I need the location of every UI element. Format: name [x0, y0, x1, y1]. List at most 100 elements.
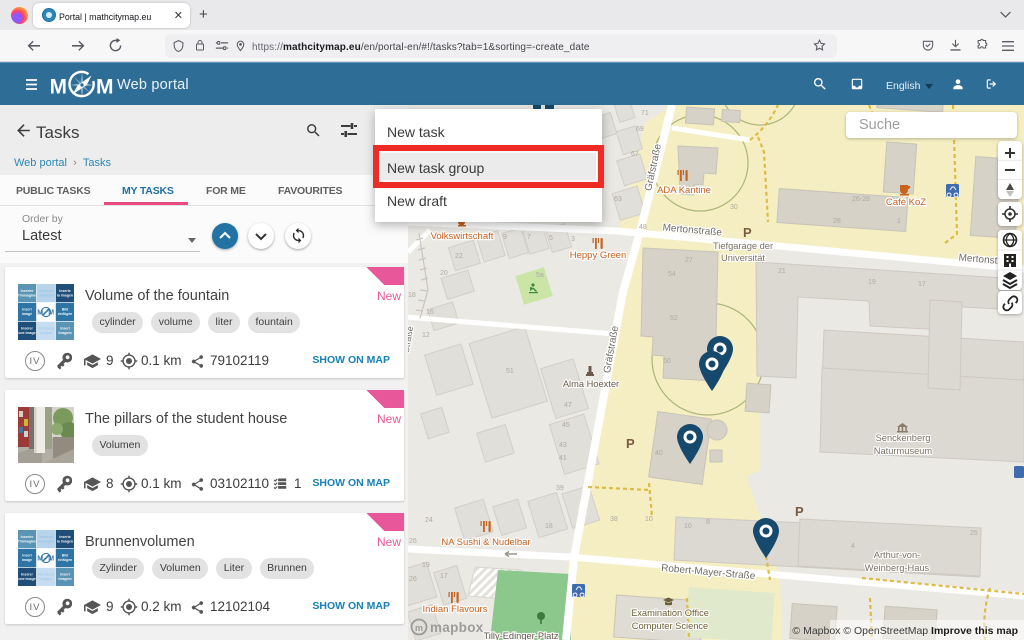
svg-text:25: 25 [970, 530, 978, 537]
svg-text:Volkswirtschaft: Volkswirtschaft [431, 231, 494, 242]
svg-text:Inserire: Inserire [21, 535, 34, 539]
svg-text:40: 40 [655, 450, 663, 457]
svg-text:17: 17 [918, 281, 926, 288]
svg-text:1: 1 [897, 218, 901, 225]
svg-text:16: 16 [426, 309, 434, 316]
svg-text:Introduza: Introduza [38, 327, 54, 331]
svg-text:26-28: 26-28 [852, 196, 870, 203]
svg-text:© Mapbox © OpenStreetMap Impro: © Mapbox © OpenStreetMap Improve this ma… [792, 625, 1018, 637]
svg-text:Naturmuseum: Naturmuseum [874, 446, 933, 456]
svg-text:Introduza: Introduza [38, 573, 54, 577]
svg-text:Arthur-von-: Arthur-von- [874, 550, 921, 560]
svg-text:10: 10 [684, 523, 692, 530]
svg-text:Insert: Insert [22, 554, 32, 558]
svg-text:l'immagine: l'immagine [18, 294, 36, 298]
svg-text:l'immagine: l'immagine [18, 540, 36, 544]
svg-text:51: 51 [506, 368, 514, 375]
svg-text:Inserte: Inserte [59, 535, 71, 539]
svg-text:Computer Science: Computer Science [632, 621, 708, 631]
svg-text:50: 50 [663, 358, 671, 365]
svg-text:Insérer: Insérer [21, 327, 33, 331]
svg-text:Indian Flavours: Indian Flavours [423, 604, 488, 615]
svg-text:26: 26 [409, 576, 417, 583]
svg-text:7: 7 [527, 234, 531, 241]
svg-text:22: 22 [455, 253, 463, 260]
svg-text:imagem: imagem [58, 577, 71, 581]
svg-text:10: 10 [645, 516, 653, 523]
svg-text:19: 19 [422, 562, 430, 569]
svg-text:imagem: imagem [39, 331, 52, 335]
svg-text:41: 41 [559, 455, 567, 462]
svg-text:38: 38 [610, 516, 618, 523]
svg-text:einfügen: einfügen [58, 558, 73, 562]
svg-text:39: 39 [556, 485, 564, 492]
svg-text:Insert: Insert [22, 308, 32, 312]
svg-text:P: P [743, 225, 752, 240]
svg-text:24: 24 [425, 517, 433, 524]
svg-text:21: 21 [778, 268, 786, 275]
svg-text:48: 48 [639, 224, 647, 231]
svg-text:52: 52 [670, 315, 678, 322]
svg-text:3: 3 [571, 236, 575, 243]
svg-text:18: 18 [545, 523, 553, 530]
svg-text:immagini: immagini [38, 540, 53, 544]
svg-text:imagem: imagem [39, 577, 52, 581]
svg-text:4: 4 [851, 543, 855, 550]
svg-text:67: 67 [631, 151, 639, 158]
svg-text:immagini: immagini [38, 294, 53, 298]
svg-text:Tilly-Edinger-Platz: Tilly-Edinger-Platz [483, 631, 558, 640]
svg-text:18: 18 [408, 292, 416, 299]
svg-text:Weinberg-Haus: Weinberg-Haus [865, 563, 930, 573]
svg-text:mapbox: mapbox [430, 620, 484, 635]
svg-text:la imagen: la imagen [57, 540, 73, 544]
svg-text:71: 71 [641, 110, 649, 117]
svg-text:M: M [51, 76, 67, 99]
svg-text:imagem: imagem [58, 331, 71, 335]
svg-text:Alma Hoexter: Alma Hoexter [563, 379, 619, 389]
svg-text:9: 9 [503, 234, 507, 241]
svg-text:20: 20 [440, 270, 448, 277]
svg-text:Insert: Insert [60, 327, 70, 331]
svg-text:5: 5 [549, 235, 553, 242]
svg-text:image: image [22, 312, 32, 316]
svg-text:Inserte: Inserte [59, 289, 71, 293]
svg-text:26: 26 [409, 538, 417, 545]
svg-text:P: P [795, 504, 804, 519]
svg-text:m: m [415, 623, 423, 633]
svg-text:Heppy Green: Heppy Green [570, 250, 627, 261]
svg-text:Café KoZ: Café KoZ [886, 197, 926, 208]
svg-text:Insérer: Insérer [21, 573, 33, 577]
svg-text:M: M [96, 76, 114, 99]
svg-text:12: 12 [422, 332, 430, 339]
svg-text:ADA Kantine: ADA Kantine [657, 185, 711, 196]
svg-text:43: 43 [559, 442, 567, 449]
svg-text:une image: une image [18, 331, 35, 335]
svg-text:28: 28 [833, 218, 841, 225]
svg-text:30: 30 [730, 204, 738, 211]
svg-text:47: 47 [564, 402, 572, 409]
svg-text:54: 54 [668, 271, 676, 278]
svg-text:45: 45 [562, 422, 570, 429]
svg-text:une image: une image [18, 577, 35, 581]
svg-text:8: 8 [706, 519, 710, 526]
svg-text:63: 63 [614, 196, 622, 203]
svg-text:5a: 5a [536, 272, 544, 279]
svg-text:Tiefgarage der: Tiefgarage der [713, 241, 773, 251]
svg-text:einfügen: einfügen [58, 312, 73, 316]
svg-text:NA Sushi & Nudelbar: NA Sushi & Nudelbar [441, 537, 530, 548]
svg-text:P: P [626, 436, 635, 451]
svg-text:Inserisci: Inserisci [39, 535, 53, 539]
svg-text:la imagen: la imagen [57, 294, 73, 298]
svg-text:Insert: Insert [60, 573, 70, 577]
svg-text:Universität: Universität [721, 253, 765, 263]
svg-text:Inserire: Inserire [21, 289, 34, 293]
svg-text:Senckenberg: Senckenberg [876, 433, 931, 443]
svg-text:19: 19 [868, 279, 876, 286]
svg-text:Inserisci: Inserisci [39, 289, 53, 293]
svg-text:Bild: Bild [62, 554, 69, 558]
svg-text:69: 69 [636, 126, 644, 133]
svg-text:17: 17 [440, 573, 448, 580]
svg-text:27: 27 [685, 257, 693, 264]
svg-text:image: image [22, 558, 32, 562]
svg-text:Bild: Bild [62, 308, 69, 312]
